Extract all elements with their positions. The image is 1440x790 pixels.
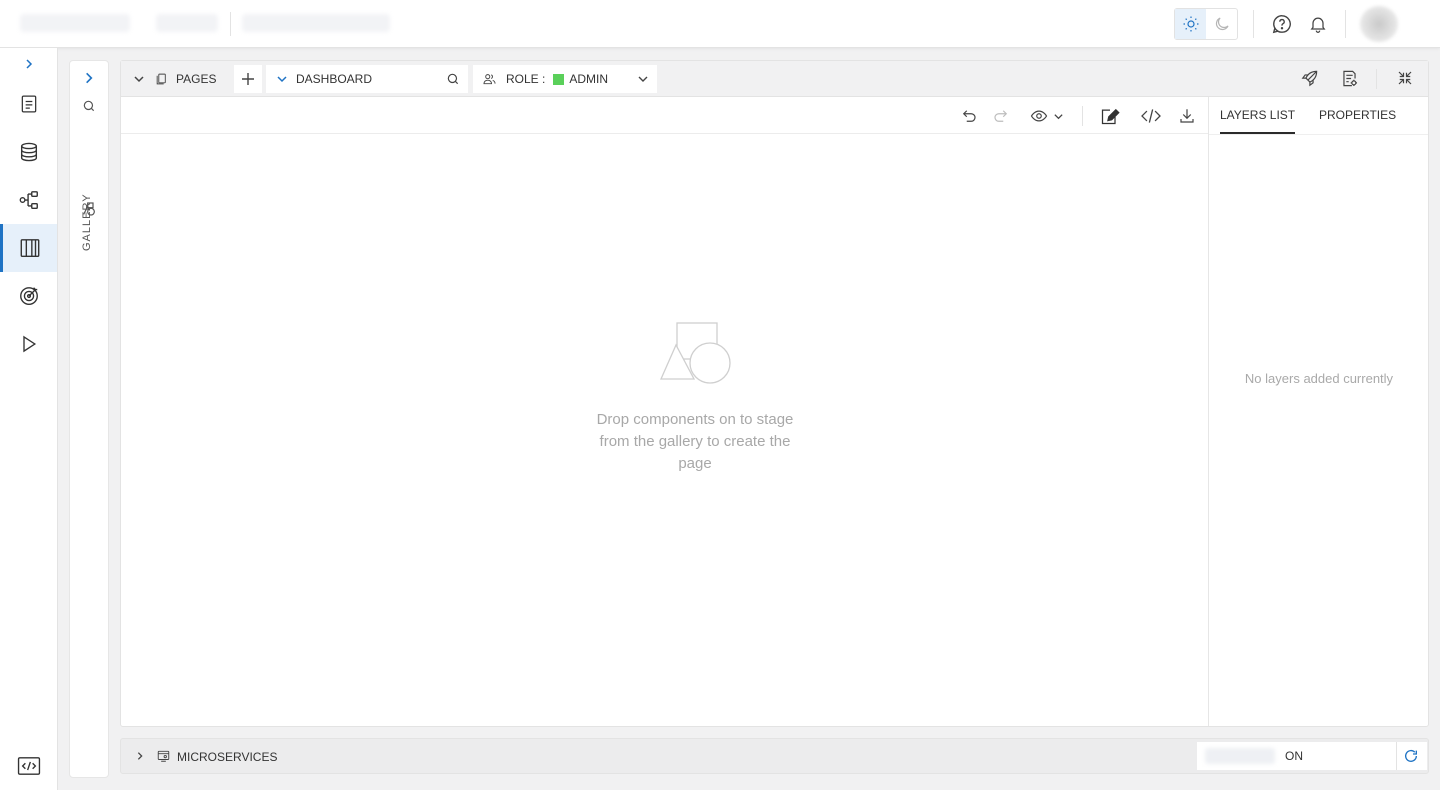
tab-properties[interactable]: PROPERTIES — [1319, 97, 1396, 134]
microservice-name — [1205, 748, 1275, 764]
redo-icon — [994, 110, 1008, 122]
chevron-down-icon — [277, 76, 287, 83]
divider — [1396, 742, 1397, 770]
nav-item-run[interactable] — [0, 320, 57, 368]
code-icon — [17, 757, 40, 775]
plus-icon — [242, 73, 254, 85]
refresh-icon[interactable] — [1403, 748, 1419, 764]
users-icon — [483, 74, 496, 85]
empty-stage-illustration — [659, 321, 733, 385]
help-button[interactable] — [1270, 12, 1294, 36]
preview-button[interactable] — [1026, 105, 1066, 127]
divider — [1376, 69, 1377, 89]
pages-label: PAGES — [176, 72, 217, 86]
app-logo — [20, 14, 130, 32]
page-selector[interactable]: DASHBOARD — [266, 65, 468, 93]
layers-panel: LAYERS LIST PROPERTIES No layers added c… — [1208, 97, 1428, 726]
page-settings-icon — [1342, 70, 1357, 86]
role-value: ADMIN — [569, 72, 609, 86]
pages-icon — [156, 73, 166, 85]
nav-item-documents[interactable] — [0, 80, 57, 128]
bell-icon — [1310, 17, 1326, 33]
page-settings-button[interactable] — [1338, 67, 1360, 89]
divider — [230, 12, 231, 36]
nav-item-data[interactable] — [0, 128, 57, 176]
tab-layers-list[interactable]: LAYERS LIST — [1220, 97, 1296, 134]
divider — [1345, 10, 1346, 38]
stage-toolbar — [121, 97, 1208, 134]
divider — [1209, 134, 1428, 135]
help-icon — [1272, 15, 1291, 34]
layout-icon — [20, 239, 40, 257]
role-selector[interactable]: ROLE : ADMIN — [473, 65, 657, 93]
gallery-panel: GALLERY — [69, 60, 109, 778]
code-icon — [1141, 109, 1161, 123]
divider — [1082, 106, 1083, 126]
nav-item-code[interactable] — [0, 742, 57, 790]
current-page-label: DASHBOARD — [296, 72, 373, 86]
download-button[interactable] — [1176, 105, 1198, 127]
expand-nav-button[interactable] — [0, 48, 57, 80]
eye-icon — [1030, 110, 1047, 122]
code-view-button[interactable] — [1138, 105, 1164, 127]
left-nav — [0, 48, 58, 790]
role-swatch — [553, 73, 565, 85]
sun-icon — [1183, 16, 1198, 32]
document-icon — [21, 95, 36, 113]
collapse-icon — [1398, 71, 1412, 85]
page-editor: PAGES DASHBOARD ROLE : ADMIN Drop compon… — [120, 60, 1429, 727]
database-icon — [20, 142, 37, 162]
gallery-shapes-button[interactable] — [81, 201, 97, 217]
rocket-icon — [1301, 70, 1317, 86]
undo-button[interactable] — [958, 105, 980, 127]
collapse-button[interactable] — [1394, 67, 1416, 89]
microservices-icon — [157, 750, 170, 762]
editor-header: PAGES DASHBOARD ROLE : ADMIN — [121, 61, 1428, 97]
gallery-search-button[interactable] — [82, 99, 96, 113]
theme-toggle[interactable] — [1174, 8, 1238, 40]
top-bar — [0, 0, 1440, 48]
download-icon — [1180, 109, 1194, 123]
user-avatar[interactable] — [1360, 6, 1398, 42]
edit-button[interactable] — [1098, 105, 1122, 127]
chevron-down-icon — [134, 76, 144, 83]
light-theme-button[interactable] — [1175, 9, 1206, 39]
chevron-down-icon — [638, 76, 648, 82]
layers-empty-message: No layers added currently — [1244, 371, 1394, 386]
shapes-icon — [660, 322, 731, 384]
stage-empty-message: Drop components on to stage from the gal… — [596, 411, 794, 472]
expand-gallery-button[interactable] — [82, 71, 96, 85]
search-icon[interactable] — [446, 72, 460, 86]
role-prefix: ROLE : — [506, 72, 546, 86]
flow-icon — [19, 191, 38, 209]
microservice-status[interactable]: ON — [1197, 742, 1427, 770]
play-icon — [22, 335, 36, 353]
add-page-button[interactable] — [234, 65, 262, 93]
target-icon — [19, 287, 38, 305]
search-icon — [83, 100, 95, 112]
microservices-label: MICROSERVICES — [177, 750, 278, 764]
microservices-bar[interactable]: MICROSERVICES ON — [120, 738, 1429, 774]
nav-item-flows[interactable] — [0, 176, 57, 224]
chevron-right-icon[interactable] — [135, 750, 145, 762]
chevron-down-icon — [1053, 113, 1063, 119]
shapes-icon — [83, 202, 95, 216]
dark-theme-button[interactable] — [1206, 9, 1237, 39]
redo-button[interactable] — [990, 105, 1012, 127]
moon-icon — [1215, 17, 1229, 31]
edit-icon — [1101, 108, 1120, 125]
project-selector[interactable] — [156, 14, 218, 32]
chevron-right-icon — [86, 72, 93, 84]
notifications-button[interactable] — [1306, 12, 1330, 36]
pages-toggle[interactable]: PAGES — [125, 65, 229, 93]
workspace-selector[interactable] — [242, 14, 390, 32]
publish-button[interactable] — [1298, 67, 1320, 89]
undo-icon — [962, 110, 976, 122]
divider — [1253, 10, 1254, 38]
status-label: ON — [1285, 749, 1303, 763]
chevron-right-icon — [25, 59, 32, 69]
nav-item-goals[interactable] — [0, 272, 57, 320]
nav-item-pages[interactable] — [0, 224, 57, 272]
